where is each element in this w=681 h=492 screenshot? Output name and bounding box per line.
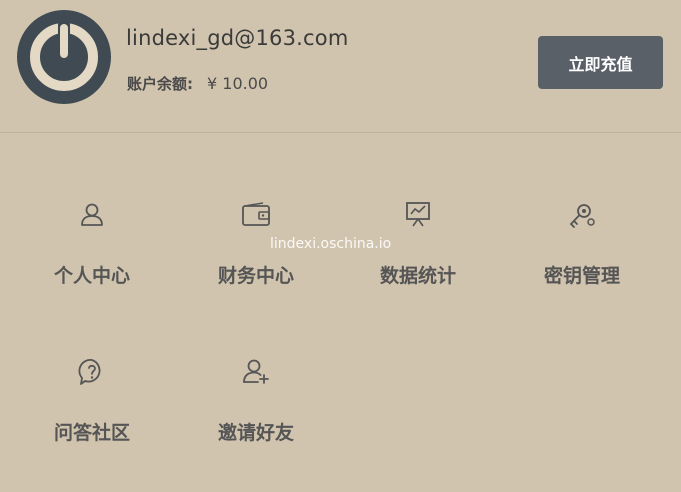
user-add-icon	[243, 359, 269, 384]
user-icon	[81, 203, 103, 226]
menu-item-label: 密钥管理	[543, 265, 620, 287]
menu-item-key-management[interactable]: 密钥管理	[512, 200, 652, 310]
chart-board-icon	[406, 202, 430, 227]
recharge-button[interactable]: 立即充值	[538, 36, 663, 89]
menu-item-label: 邀请好友	[217, 422, 294, 444]
balance-value: ¥ 10.00	[207, 74, 269, 93]
menu-item-label: 财务中心	[217, 265, 294, 287]
menu-item-personal-center[interactable]: 个人中心	[22, 200, 162, 310]
account-balance: 账户余额: ¥ 10.00	[127, 73, 268, 94]
power-icon	[30, 21, 98, 91]
account-header: lindexi_gd@163.com 账户余额: ¥ 10.00 立即充值	[0, 0, 681, 133]
wallet-icon	[242, 202, 270, 226]
menu-item-invite-friends[interactable]: 邀请好友	[186, 357, 326, 467]
menu-item-label: 数据统计	[379, 265, 456, 287]
menu-item-data-statistics[interactable]: 数据统计	[348, 200, 488, 310]
avatar[interactable]	[17, 10, 111, 104]
menu-item-qa-community[interactable]: 问答社区	[22, 357, 162, 467]
key-gear-icon	[569, 204, 595, 228]
menu-item-label: 个人中心	[53, 265, 130, 287]
menu-item-finance-center[interactable]: 财务中心	[186, 200, 326, 310]
balance-label: 账户余额:	[127, 75, 193, 93]
watermark: lindexi.oschina.io	[270, 236, 392, 252]
question-bubble-icon	[78, 359, 101, 385]
account-email: lindexi_gd@163.com	[126, 26, 349, 50]
menu-item-label: 问答社区	[53, 422, 130, 444]
